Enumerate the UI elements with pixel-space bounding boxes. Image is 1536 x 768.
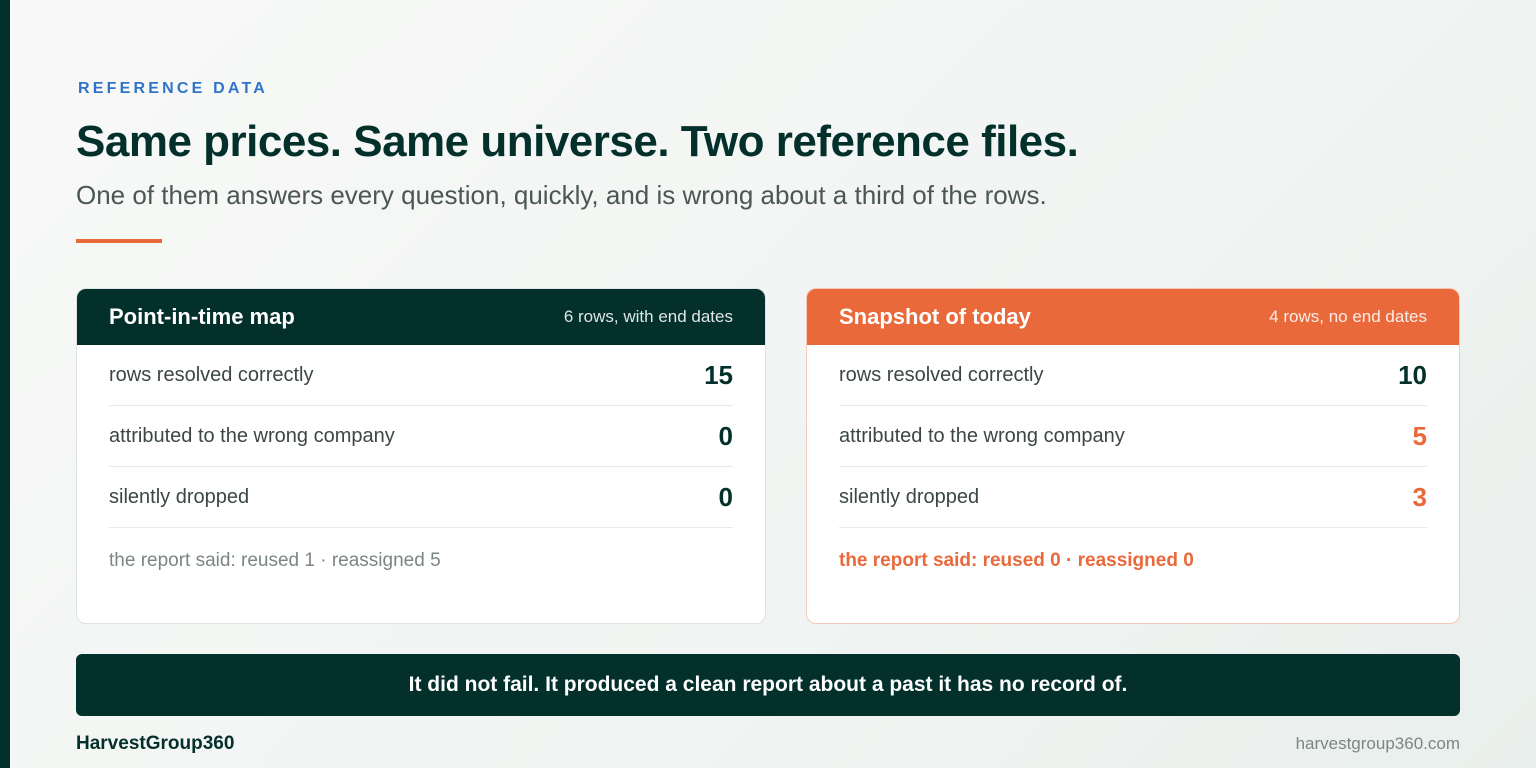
page-title: Same prices. Same universe. Two referenc… (76, 117, 1079, 166)
page-subtitle: One of them answers every question, quic… (76, 180, 1047, 210)
metric-row-resolved: rows resolved correctly 15 (109, 345, 733, 406)
card-meta: 6 rows, with end dates (563, 307, 733, 326)
metric-list: rows resolved correctly 15 attributed to… (77, 345, 765, 528)
card-header: Snapshot of today 4 rows, no end dates (807, 289, 1459, 345)
footer-url: harvestgroup360.com (1295, 734, 1460, 753)
card-title: Point-in-time map (109, 304, 295, 329)
metric-value: 0 (718, 481, 733, 512)
metric-label: silently dropped (839, 485, 980, 508)
left-accent-bar (0, 0, 10, 768)
metric-row-dropped: silently dropped 3 (839, 467, 1427, 528)
metric-value: 3 (1412, 481, 1427, 512)
metric-row-wrong-company: attributed to the wrong company 0 (109, 406, 733, 467)
metric-row-resolved: rows resolved correctly 10 (839, 345, 1427, 406)
metric-label: rows resolved correctly (109, 363, 314, 386)
accent-divider (76, 239, 162, 243)
metric-row-dropped: silently dropped 0 (109, 467, 733, 528)
card-title: Snapshot of today (839, 304, 1031, 329)
metric-value: 10 (1398, 359, 1427, 390)
report-note: the report said: reused 1 · reassigned 5 (109, 550, 441, 571)
metric-label: rows resolved correctly (839, 363, 1044, 386)
metric-row-wrong-company: attributed to the wrong company 5 (839, 406, 1427, 467)
footer-brand: HarvestGroup360 (76, 733, 235, 754)
metric-value: 5 (1412, 420, 1427, 451)
metric-value: 0 (718, 420, 733, 451)
conclusion-banner: It did not fail. It produced a clean rep… (76, 654, 1460, 716)
report-note: the report said: reused 0 · reassigned 0 (839, 550, 1194, 571)
card-header: Point-in-time map 6 rows, with end dates (77, 289, 765, 345)
metric-value: 15 (704, 359, 733, 390)
metric-label: silently dropped (109, 485, 250, 508)
card-meta: 4 rows, no end dates (1269, 307, 1427, 326)
metric-label: attributed to the wrong company (839, 424, 1125, 447)
snapshot-card: Snapshot of today 4 rows, no end dates r… (806, 288, 1460, 624)
metric-list: rows resolved correctly 10 attributed to… (807, 345, 1459, 528)
metric-label: attributed to the wrong company (109, 424, 395, 447)
section-eyebrow: REFERENCE DATA (78, 80, 268, 97)
point-in-time-card: Point-in-time map 6 rows, with end dates… (76, 288, 766, 624)
